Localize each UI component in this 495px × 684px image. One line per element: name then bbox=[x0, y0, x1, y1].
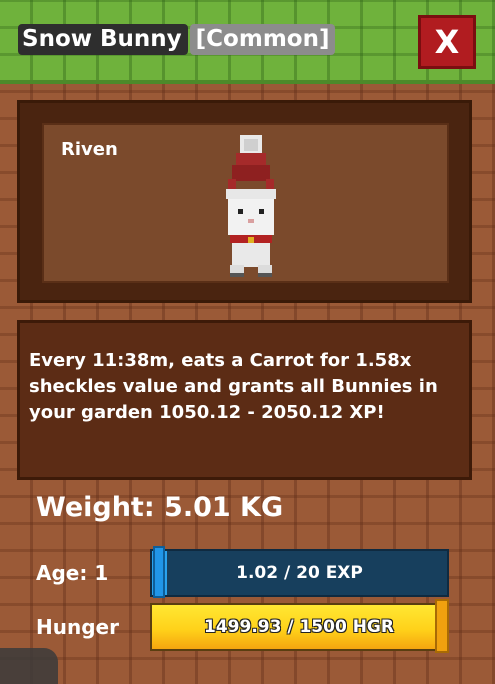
age-label: Age: 1 bbox=[36, 561, 109, 585]
snow-bunny-model bbox=[226, 135, 276, 277]
ability-description: Every 11:38m, eats a Carrot for 1.58x sh… bbox=[29, 350, 438, 423]
hunger-progress-bar: 1499.93 / 1500 HGR bbox=[150, 603, 448, 651]
pet-title: Snow Bunny [Common] bbox=[18, 24, 336, 55]
pet-rarity: [Common] bbox=[189, 24, 336, 55]
ability-description-box: Every 11:38m, eats a Carrot for 1.58x sh… bbox=[17, 320, 472, 480]
pet-name: Snow Bunny bbox=[18, 24, 188, 55]
title-bar: Snow Bunny [Common] X bbox=[0, 0, 495, 84]
pet-preview-panel: Riven bbox=[42, 123, 449, 283]
hunger-text: 1499.93 / 1500 HGR bbox=[204, 617, 394, 637]
exp-progress-bar: 1.02 / 20 EXP bbox=[150, 549, 449, 597]
corner-overlay bbox=[0, 648, 58, 684]
weight-label: Weight: 5.01 KG bbox=[36, 492, 284, 523]
exp-text: 1.02 / 20 EXP bbox=[236, 563, 363, 583]
exp-progress-marker bbox=[153, 546, 165, 598]
owner-name: Riven bbox=[61, 139, 118, 160]
pet-preview-frame: Riven bbox=[17, 100, 472, 303]
hunger-label: Hunger bbox=[36, 615, 119, 639]
hunger-progress-marker bbox=[435, 599, 449, 653]
close-button[interactable]: X bbox=[418, 15, 476, 69]
